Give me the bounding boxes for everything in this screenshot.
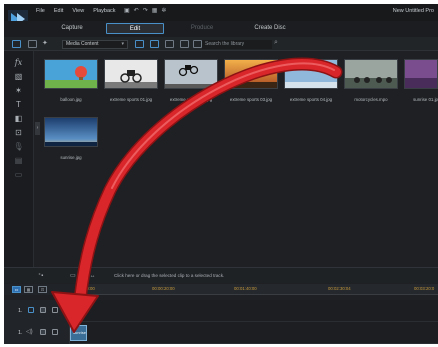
settings-icon[interactable]: ✲ [161, 7, 166, 14]
tab-capture[interactable]: Capture [52, 23, 92, 34]
media-caption: extreme sports 02.jpg [169, 97, 213, 102]
media-thumbnail[interactable] [44, 117, 98, 147]
media-caption: extreme sports 01.jpg [109, 97, 153, 102]
chapter-room-icon[interactable]: ▤ [13, 155, 24, 166]
track-enable-checkbox[interactable] [40, 329, 46, 335]
menu-file[interactable]: File [36, 8, 45, 14]
ruler-tick: 00:03:20:0 [414, 286, 435, 291]
search-placeholder: Search the library [205, 41, 245, 47]
tab-produce[interactable]: Produce [182, 23, 222, 34]
media-thumbnail[interactable] [44, 59, 98, 89]
media-caption: sunrise.jpg [60, 155, 82, 160]
particle-room-icon[interactable]: ✶ [13, 85, 24, 96]
ruler-tick: 00:00 [84, 286, 95, 291]
import-icon[interactable] [28, 40, 37, 48]
media-thumbnail[interactable] [104, 59, 158, 89]
media-caption: motorcycles.mpo [354, 97, 388, 102]
track-number: 1. [18, 308, 23, 314]
media-thumbnail[interactable] [164, 59, 218, 89]
room-rail: fx ▧ ✶ T ◧ ⊡ 🎙 ▤ ▭ [4, 51, 34, 269]
timeline-clip[interactable]: sunrise [70, 325, 87, 341]
speaker-icon: ◁) [26, 329, 33, 335]
undo-icon[interactable]: ↶ [134, 7, 139, 14]
timeline-ruler[interactable]: 00:00 00:00:20:00 00:01:40:00 00:02:30:0… [84, 284, 438, 295]
tab-edit[interactable]: Edit [106, 23, 164, 34]
transition-room-icon[interactable]: ◧ [13, 113, 24, 124]
sort-icon[interactable] [193, 40, 202, 48]
view-mode-icon[interactable] [180, 40, 189, 48]
tab-create-disc[interactable]: Create Disc [244, 23, 296, 34]
menu-bar: File Edit View Playback ▣ ↶ ↷ ▦ ✲ New Un… [4, 4, 438, 28]
media-thumbnail[interactable] [224, 59, 278, 89]
timeline-drop-hint: Click here or drag the selected clip to … [114, 273, 225, 278]
motorcycles-image [345, 60, 397, 88]
media-caption: extreme sports 03.jpg [229, 97, 273, 102]
filter-audio-icon[interactable] [165, 40, 174, 48]
subtitle-room-icon[interactable]: ▭ [13, 169, 24, 180]
layout-icon[interactable]: ▦ [152, 7, 158, 14]
mode-tabs: Capture Edit Produce Create Disc [4, 21, 438, 37]
balloon-image [45, 60, 97, 88]
library-toolbar: ✦ Media Content ▾ Search the library ⌕ [4, 37, 438, 51]
media-thumbnail[interactable] [404, 59, 438, 89]
search-icon[interactable]: ⌕ [274, 39, 278, 47]
sunrise-image [45, 118, 97, 146]
media-thumbnail[interactable] [344, 59, 398, 89]
menu-edit[interactable]: Edit [54, 8, 63, 14]
dusk-image [405, 60, 437, 88]
library-content-dropdown[interactable]: Media Content ▾ [62, 40, 128, 49]
chevron-down-icon: ▾ [121, 41, 124, 47]
add-track-icon[interactable]: ⁺▪ [38, 272, 43, 279]
ruler-tick: 00:02:30:04 [328, 286, 351, 291]
video-track-icon [28, 307, 34, 313]
clip-label: sunrise [73, 330, 86, 335]
ruler-tick: 00:01:40:00 [234, 286, 257, 291]
quick-toolbar: ▣ ↶ ↷ ▦ ✲ [124, 7, 166, 14]
main-menu: File Edit View Playback [36, 8, 116, 14]
bike-jump-image [105, 60, 157, 88]
video-track[interactable]: 1. [4, 300, 438, 322]
track-header: 1. [4, 300, 70, 322]
fx-room-icon[interactable]: fx [13, 57, 24, 68]
timeline-ruler-row: ▭ ▦ ⊡ 00:00 00:00:20:00 00:01:40:00 00:0… [4, 284, 438, 295]
audio-track[interactable]: 1. ◁) sunrise [4, 322, 438, 344]
media-thumbnail[interactable] [284, 59, 338, 89]
lock-icon[interactable] [52, 329, 58, 335]
dropdown-value: Media Content [66, 41, 99, 47]
media-caption: balloon.jpg [60, 97, 82, 102]
collapse-panel-button[interactable]: › [35, 122, 40, 135]
track-enable-checkbox[interactable] [40, 307, 46, 313]
fit-timeline-button[interactable]: ⊡ [38, 286, 47, 293]
save-icon[interactable]: ▣ [124, 7, 130, 14]
menu-playback[interactable]: Playback [93, 8, 115, 14]
library-search-input[interactable]: Search the library [202, 40, 272, 49]
window-title: New Untitled Pro [392, 8, 434, 14]
media-caption: sunrise 01.jp [413, 97, 438, 102]
plugin-icon[interactable]: ✦ [42, 39, 48, 47]
track-header: 1. ◁) [4, 322, 70, 344]
app-window: File Edit View Playback ▣ ↶ ↷ ▦ ✲ New Un… [4, 4, 438, 344]
media-library: balloon.jpg extreme sports 01.jpg extrem… [42, 54, 438, 262]
audio-mixing-icon[interactable]: ⊡ [13, 127, 24, 138]
menu-view[interactable]: View [72, 8, 84, 14]
split-icon[interactable]: ▭ [70, 272, 76, 279]
media-caption: extreme sports 04.jpg [289, 97, 333, 102]
filter-image-icon[interactable] [150, 40, 159, 48]
sunset-image [225, 60, 277, 88]
trim-icon[interactable]: ▭↔ [84, 272, 96, 279]
voiceover-icon[interactable]: 🎙 [13, 141, 24, 152]
title-room-icon[interactable]: T [13, 99, 24, 110]
lock-icon[interactable] [52, 307, 58, 313]
timeline-toolbar: ⁺▪ ▭ ▭↔ Click here or drag the selected … [4, 267, 438, 283]
filter-video-icon[interactable] [135, 40, 144, 48]
media-room-icon[interactable] [12, 40, 21, 48]
storyboard-view-button[interactable]: ▦ [24, 286, 33, 293]
timeline-view-button[interactable]: ▭ [12, 286, 21, 293]
sky-image [285, 60, 337, 88]
bike-air-image [165, 60, 217, 88]
ruler-tick: 00:00:20:00 [152, 286, 175, 291]
pip-room-icon[interactable]: ▧ [13, 71, 24, 82]
redo-icon[interactable]: ↷ [143, 7, 148, 14]
track-number: 1. [18, 330, 23, 336]
